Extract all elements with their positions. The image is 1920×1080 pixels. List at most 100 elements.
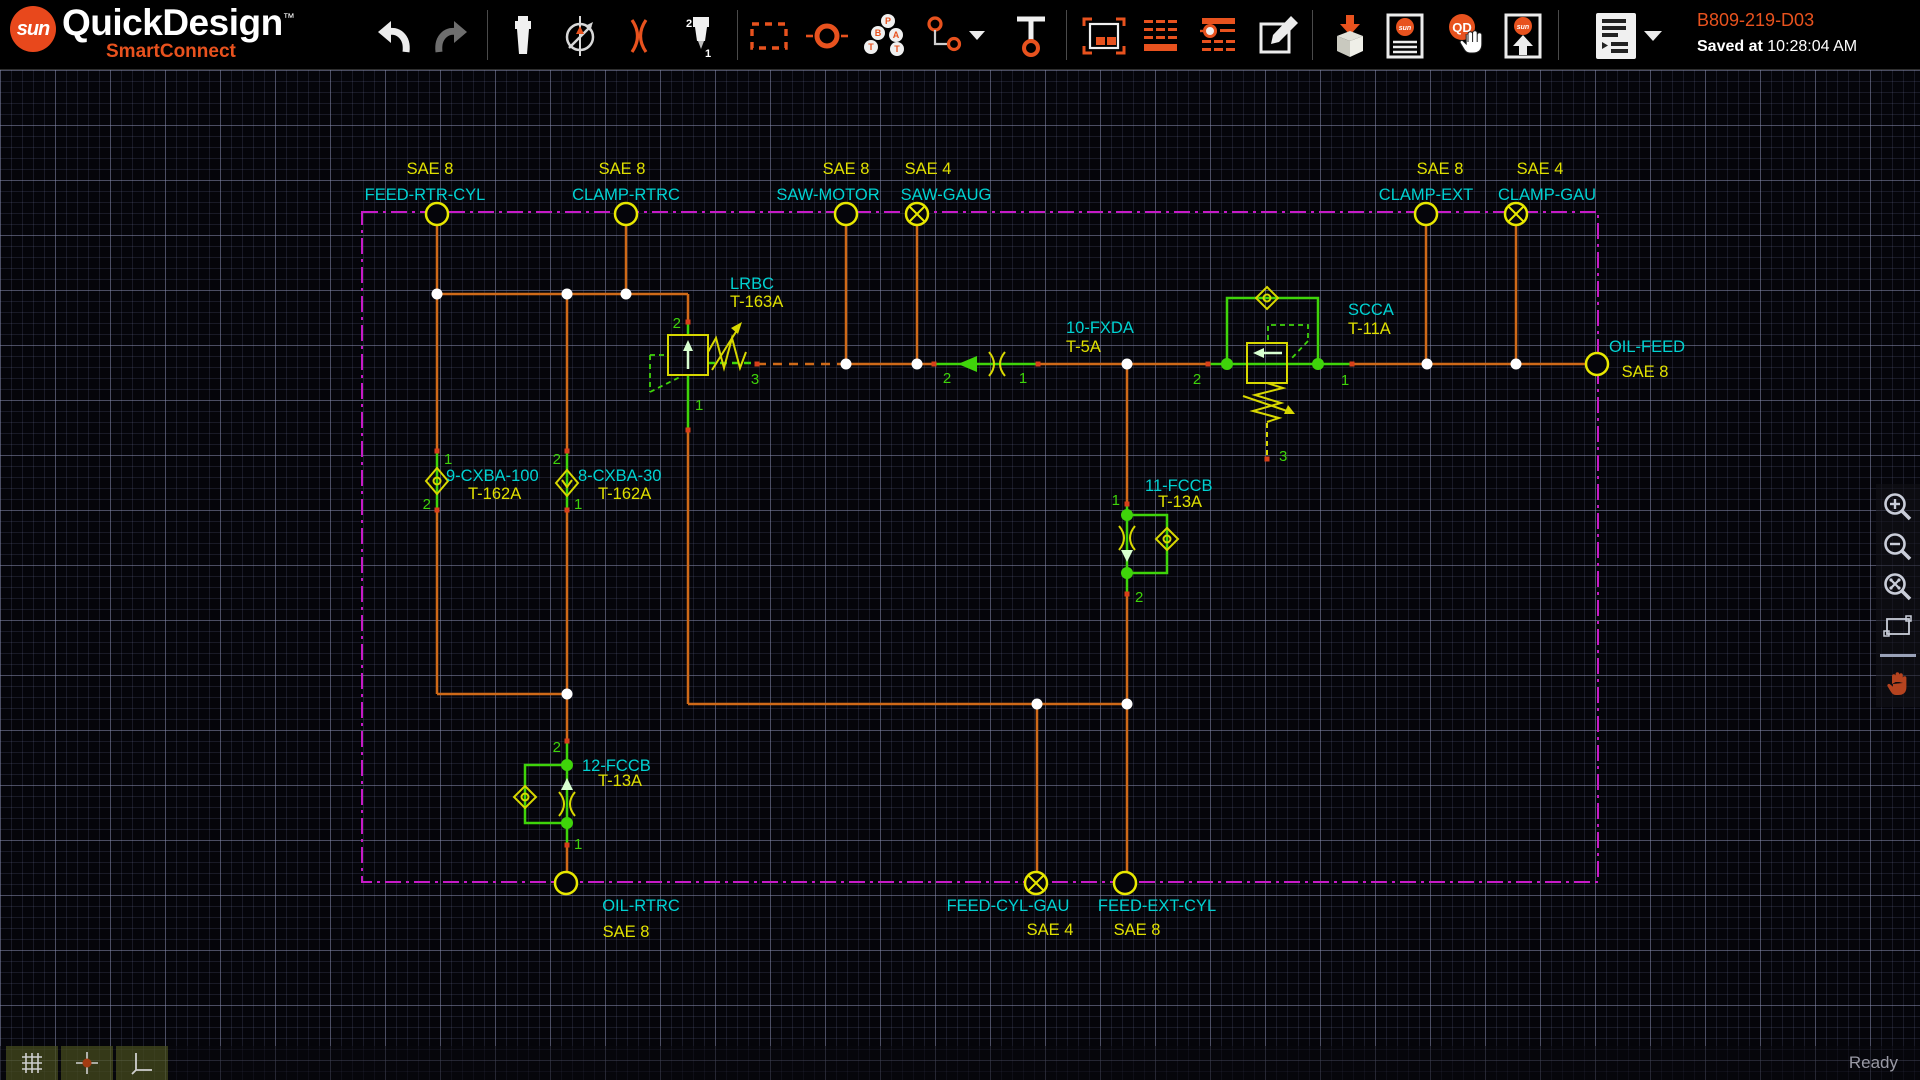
svg-text:9-CXBA-100: 9-CXBA-100 [446, 467, 539, 485]
svg-text:SAE 8: SAE 8 [1622, 363, 1669, 381]
component-fxda[interactable]: 10-FXDA T-5A 2 1 [943, 319, 1134, 387]
connect-wire-options-button[interactable] [963, 8, 991, 64]
green-junction-dots [561, 358, 1324, 829]
svg-text:SAW-GAUG: SAW-GAUG [901, 186, 992, 204]
sun-upload-button[interactable]: sun [1499, 8, 1547, 64]
zoom-in-button[interactable] [1881, 490, 1915, 524]
component-model: T-163A [730, 293, 783, 311]
svg-text:T-11A: T-11A [1348, 320, 1391, 338]
sun-datasheet-button[interactable]: sun [1381, 8, 1429, 64]
port-oil-rtrc[interactable] [555, 872, 577, 894]
sun-upload-icon: sun [1502, 13, 1544, 59]
schematic-canvas[interactable]: LRBC T-163A 2 1 3 10-FXDA T-5A 2 1 [0, 70, 1920, 1080]
pan-hand-icon [1882, 668, 1914, 700]
test-point-button[interactable] [1007, 8, 1055, 64]
component-fccb12[interactable]: 12-FCCB T-13A 2 1 [514, 739, 651, 853]
flow-gauge-icon [560, 14, 600, 58]
svg-text:A: A [893, 30, 900, 40]
status-ready: Ready [1849, 1053, 1898, 1073]
bom-list-button[interactable] [1137, 8, 1185, 64]
quickdesign-app: sun QuickDesign™ SmartConnect [0, 0, 1920, 1080]
svg-text:1: 1 [1341, 372, 1349, 389]
grid-icon [20, 1051, 44, 1075]
svg-text:T-5A: T-5A [1066, 338, 1101, 356]
port-clamp-gau[interactable] [1505, 203, 1527, 225]
svg-text:B: B [875, 28, 882, 38]
port-saw-motor[interactable] [835, 203, 857, 225]
redo-icon [432, 16, 470, 56]
model-download-button[interactable] [1326, 8, 1374, 64]
svg-text:1: 1 [1112, 492, 1120, 509]
svg-text:SAE 4: SAE 4 [1517, 160, 1564, 178]
document-id: B809-219-D03 [1697, 10, 1857, 32]
snap-toggle-button[interactable] [61, 1046, 113, 1080]
undo-button[interactable] [370, 8, 418, 64]
port-icon [806, 16, 848, 56]
component-name: LRBC [730, 275, 774, 293]
app-logo: sun QuickDesign™ SmartConnect [10, 4, 294, 61]
doc-menu-options-button[interactable] [1638, 8, 1668, 64]
port-feed-ext-cyl[interactable] [1114, 872, 1136, 894]
svg-text:SAE 8: SAE 8 [407, 160, 454, 178]
svg-text:SAE 4: SAE 4 [905, 160, 952, 178]
junction-dots [432, 289, 1522, 710]
grid-toggle-button[interactable] [6, 1046, 58, 1080]
select-area-button[interactable] [745, 8, 793, 64]
svg-text:2: 2 [943, 370, 951, 387]
zoom-window-icon [1882, 613, 1914, 641]
svg-text:OIL-RTRC: OIL-RTRC [602, 897, 680, 915]
port-feed-cyl-gau[interactable] [1025, 872, 1047, 894]
svg-text:1: 1 [695, 397, 703, 414]
zoom-out-button[interactable] [1881, 530, 1915, 564]
svg-text:1: 1 [574, 496, 582, 513]
sun-logo-icon: sun [10, 6, 56, 52]
edit-notes-button[interactable] [1255, 8, 1303, 64]
manifold-boundary [362, 212, 1598, 882]
orifice-tool-button[interactable] [614, 8, 662, 64]
port-clamp-rtrc[interactable] [615, 203, 637, 225]
svg-text:SCCA: SCCA [1348, 301, 1394, 319]
chevron-down-icon [1644, 31, 1662, 42]
flow-direction-button[interactable] [556, 8, 604, 64]
svg-text:3: 3 [1279, 448, 1287, 465]
title-block-icon [1082, 16, 1126, 56]
port-oil-feed[interactable] [1586, 353, 1608, 375]
toolbar-separator [1066, 10, 1067, 60]
pan-button[interactable] [1881, 667, 1915, 701]
origin-toggle-button[interactable] [116, 1046, 168, 1080]
ports-pbat-icon: P B A T T [863, 13, 907, 59]
doc-menu-button[interactable] [1592, 8, 1640, 64]
qd-link-button[interactable]: QD [1442, 8, 1490, 64]
svg-text:SAE 8: SAE 8 [823, 160, 870, 178]
port-saw-gaug[interactable] [906, 203, 928, 225]
edit-icon [1257, 14, 1301, 58]
component-lrbc[interactable]: LRBC T-163A 2 1 3 [650, 275, 783, 414]
zoom-extents-button[interactable] [1881, 570, 1915, 604]
port-clamp-ext[interactable] [1415, 203, 1437, 225]
title-block-button[interactable] [1080, 8, 1128, 64]
redo-button[interactable] [427, 8, 475, 64]
add-port-button[interactable] [803, 8, 851, 64]
svg-text:2: 2 [553, 451, 561, 468]
component-scca[interactable]: SCCA T-11A 2 1 3 [1193, 287, 1394, 465]
port-feed-rtr-cyl[interactable] [426, 203, 448, 225]
svg-text:2: 2 [673, 315, 681, 332]
zoom-window-button[interactable] [1881, 610, 1915, 644]
svg-text:T-162A: T-162A [468, 485, 521, 503]
ports-layout-button[interactable]: P B A T T [861, 8, 909, 64]
svg-text:2: 2 [1193, 371, 1201, 388]
svg-text:SAE 8: SAE 8 [599, 160, 646, 178]
bom-item-button[interactable] [1195, 8, 1243, 64]
component-wires[interactable] [437, 298, 1352, 845]
component-cxba9[interactable]: 9-CXBA-100 T-162A 1 2 [423, 451, 539, 513]
svg-text:8-CXBA-30: 8-CXBA-30 [578, 467, 661, 485]
svg-text:SAE 8: SAE 8 [603, 923, 650, 941]
svg-text:1: 1 [444, 451, 452, 468]
app-title: QuickDesign™ [62, 4, 294, 41]
schematic-drawing[interactable]: LRBC T-163A 2 1 3 10-FXDA T-5A 2 1 [0, 70, 1920, 1080]
cartridge-ports-button[interactable]: 2 1 [676, 8, 724, 64]
zoom-extents-icon [1882, 571, 1914, 603]
add-cartridge-button[interactable] [499, 8, 547, 64]
component-cxba8[interactable]: 8-CXBA-30 T-162A 2 1 [553, 451, 662, 513]
toolbar-separator [1312, 10, 1313, 60]
